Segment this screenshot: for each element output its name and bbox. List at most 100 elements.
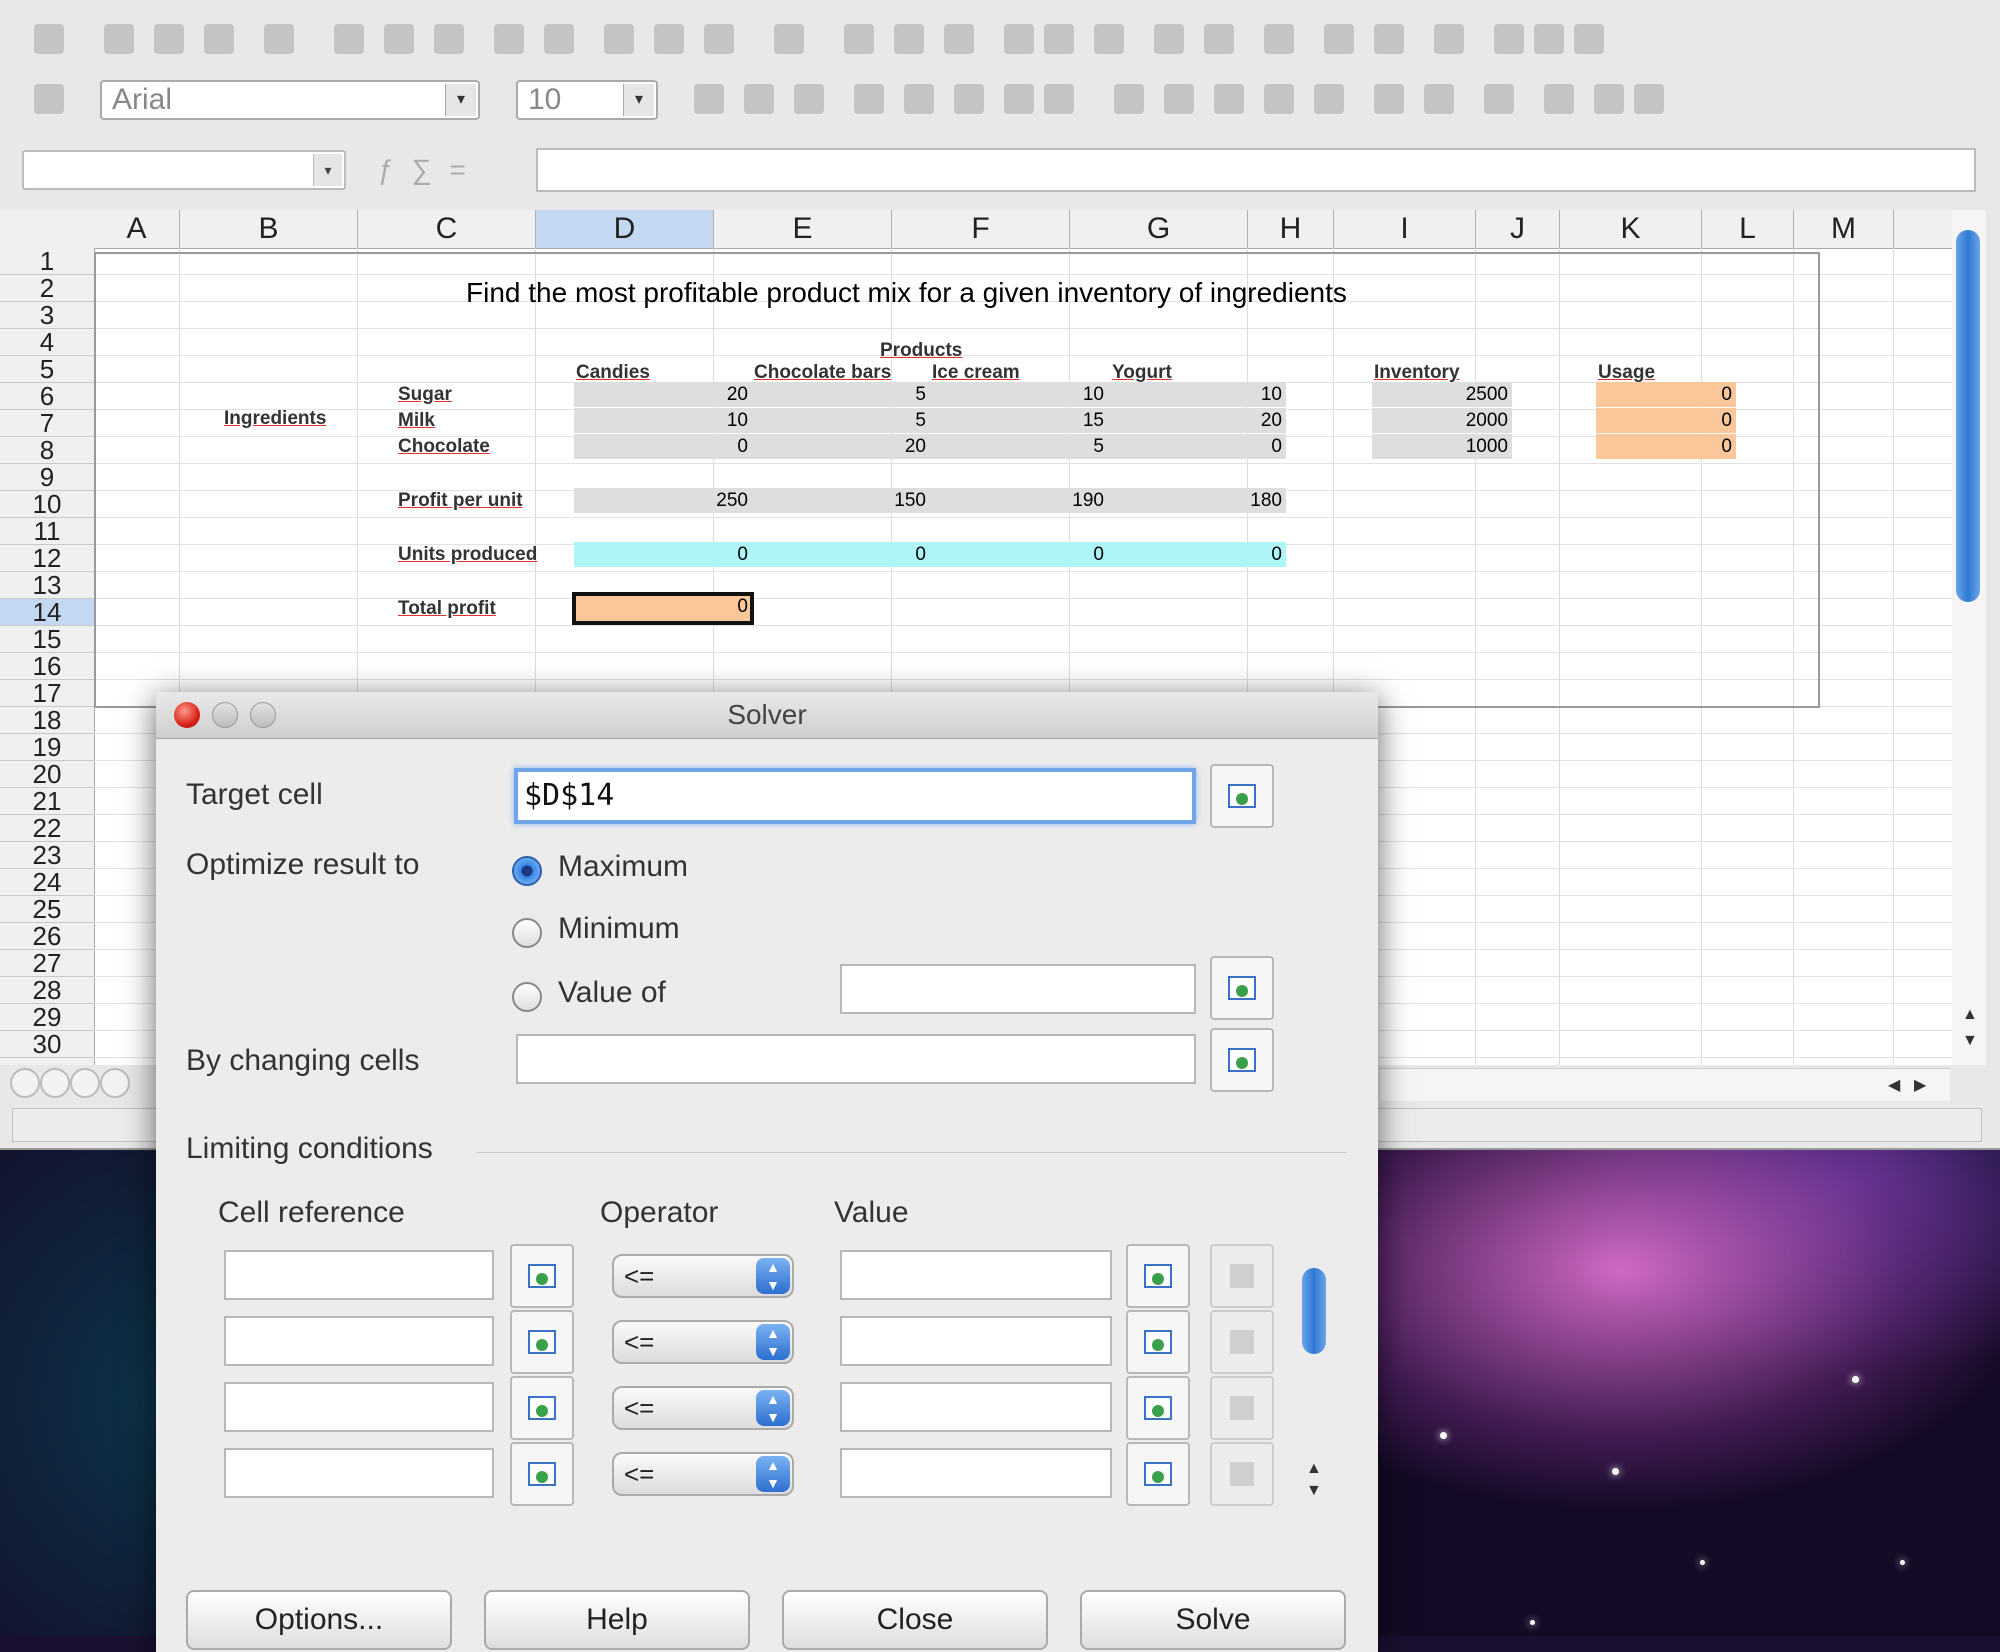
- chevron-down-icon[interactable]: ▾: [623, 84, 654, 116]
- condition-value-input[interactable]: [840, 1250, 1112, 1300]
- scroll-up-icon[interactable]: ▲: [1306, 1460, 1322, 1478]
- changing-cells-input[interactable]: [516, 1034, 1196, 1084]
- row-header-18[interactable]: 18: [0, 707, 94, 734]
- row-header-16[interactable]: 16: [0, 653, 94, 680]
- close-window-icon[interactable]: [174, 702, 200, 728]
- value-of-shrink-button[interactable]: [1210, 956, 1274, 1020]
- row-header-23[interactable]: 23: [0, 842, 94, 869]
- row-header-3[interactable]: 3: [0, 302, 94, 329]
- column-header-l[interactable]: L: [1702, 210, 1794, 248]
- toolbar-button-icon[interactable]: [1264, 84, 1294, 114]
- toolbar-button-icon[interactable]: [1314, 84, 1344, 114]
- row-header-13[interactable]: 13: [0, 572, 94, 599]
- toolbar-button-icon[interactable]: [1374, 24, 1404, 54]
- column-header-g[interactable]: G: [1070, 210, 1248, 248]
- toolbar-button-icon[interactable]: [1004, 84, 1034, 114]
- toolbar-button-icon[interactable]: [544, 24, 574, 54]
- name-box[interactable]: ▾: [22, 150, 346, 190]
- row-header-21[interactable]: 21: [0, 788, 94, 815]
- toolbar-button-icon[interactable]: [744, 84, 774, 114]
- toolbar-button-icon[interactable]: [1204, 24, 1234, 54]
- row-header-5[interactable]: 5: [0, 356, 94, 383]
- units-cell[interactable]: 0: [930, 542, 1108, 567]
- usage-cell[interactable]: 0: [1596, 434, 1736, 459]
- table-cell[interactable]: 0: [1108, 434, 1286, 459]
- toolbar-button-icon[interactable]: [854, 84, 884, 114]
- condition-remove-button[interactable]: [1210, 1244, 1274, 1308]
- row-header-6[interactable]: 6: [0, 383, 94, 410]
- condition-operator-select[interactable]: <= ▲ ▼: [612, 1386, 794, 1430]
- table-cell[interactable]: 20: [574, 382, 752, 407]
- toolbar-button-icon[interactable]: [1004, 24, 1034, 54]
- column-header-c[interactable]: C: [358, 210, 536, 248]
- row-header-4[interactable]: 4: [0, 329, 94, 356]
- toolbar-button-icon[interactable]: [1044, 84, 1074, 114]
- condition-cellref-shrink-button[interactable]: [510, 1244, 574, 1308]
- chevron-down-icon[interactable]: ▾: [313, 154, 342, 186]
- units-cell[interactable]: 0: [1108, 542, 1286, 567]
- column-header-h[interactable]: H: [1248, 210, 1334, 248]
- scrollbar-thumb[interactable]: [1956, 230, 1980, 602]
- toolbar-button-icon[interactable]: [954, 84, 984, 114]
- toolbar-button-icon[interactable]: [1214, 84, 1244, 114]
- conditions-scrollbar[interactable]: ▲ ▼: [1298, 1256, 1330, 1516]
- vertical-scrollbar[interactable]: ▲ ▼: [1952, 210, 1986, 1065]
- sheet-prev-icon[interactable]: [40, 1068, 70, 1098]
- row-header-30[interactable]: 30: [0, 1031, 94, 1058]
- condition-operator-select[interactable]: <= ▲ ▼: [612, 1452, 794, 1496]
- toolbar-button-icon[interactable]: [604, 24, 634, 54]
- options-button[interactable]: Options...: [186, 1590, 452, 1650]
- row-header-19[interactable]: 19: [0, 734, 94, 761]
- row-header-11[interactable]: 11: [0, 518, 94, 545]
- font-size-combo[interactable]: 10 ▾: [516, 80, 658, 120]
- sheet-last-icon[interactable]: [100, 1068, 130, 1098]
- toolbar-button-icon[interactable]: [1094, 24, 1124, 54]
- toolbar-button-icon[interactable]: [1484, 84, 1514, 114]
- row-header-7[interactable]: 7: [0, 410, 94, 437]
- toolbar-button-icon[interactable]: [264, 24, 294, 54]
- chevron-down-icon[interactable]: ▾: [445, 84, 476, 116]
- row-header-2[interactable]: 2: [0, 275, 94, 302]
- styles-icon[interactable]: [34, 84, 64, 114]
- toolbar-button-icon[interactable]: [1324, 24, 1354, 54]
- scroll-down-icon[interactable]: ▼: [1306, 1482, 1322, 1500]
- target-cell-input[interactable]: $D$14: [514, 768, 1196, 824]
- toolbar-button-icon[interactable]: [334, 24, 364, 54]
- toolbar-button-icon[interactable]: [794, 84, 824, 114]
- toolbar-button-icon[interactable]: [1044, 24, 1074, 54]
- toolbar-button-icon[interactable]: [434, 24, 464, 54]
- condition-cellref-input[interactable]: [224, 1316, 494, 1366]
- table-cell[interactable]: 20: [752, 434, 930, 459]
- row-header-15[interactable]: 15: [0, 626, 94, 653]
- row-header-12[interactable]: 12: [0, 545, 94, 572]
- condition-cellref-shrink-button[interactable]: [510, 1442, 574, 1506]
- table-cell[interactable]: 10: [930, 382, 1108, 407]
- table-cell[interactable]: 10: [1108, 382, 1286, 407]
- column-header-m[interactable]: M: [1794, 210, 1894, 248]
- scroll-up-icon[interactable]: ▲: [1962, 1006, 1978, 1024]
- row-header-20[interactable]: 20: [0, 761, 94, 788]
- toolbar-button-icon[interactable]: [154, 24, 184, 54]
- row-header-27[interactable]: 27: [0, 950, 94, 977]
- row-header-10[interactable]: 10: [0, 491, 94, 518]
- help-button[interactable]: Help: [484, 1590, 750, 1650]
- usage-cell[interactable]: 0: [1596, 382, 1736, 407]
- condition-cellref-input[interactable]: [224, 1250, 494, 1300]
- toolbar-button-icon[interactable]: [1264, 24, 1294, 54]
- row-header-24[interactable]: 24: [0, 869, 94, 896]
- horizontal-scrollbar[interactable]: ◀ ▶: [1380, 1068, 1950, 1101]
- toolbar-button-icon[interactable]: [1424, 84, 1454, 114]
- maximum-label[interactable]: Maximum: [558, 850, 688, 884]
- units-cell[interactable]: 0: [574, 542, 752, 567]
- scroll-left-icon[interactable]: ◀: [1888, 1075, 1900, 1095]
- toolbar-button-icon[interactable]: [104, 24, 134, 54]
- minimize-window-icon[interactable]: [212, 702, 238, 728]
- table-cell[interactable]: 20: [1108, 408, 1286, 433]
- toolbar-button-icon[interactable]: [34, 24, 64, 54]
- close-button[interactable]: Close: [782, 1590, 1048, 1650]
- row-header-25[interactable]: 25: [0, 896, 94, 923]
- dialog-title-bar[interactable]: Solver: [156, 692, 1378, 739]
- table-cell[interactable]: 15: [930, 408, 1108, 433]
- column-header-i[interactable]: I: [1334, 210, 1476, 248]
- sheet-next-icon[interactable]: [70, 1068, 100, 1098]
